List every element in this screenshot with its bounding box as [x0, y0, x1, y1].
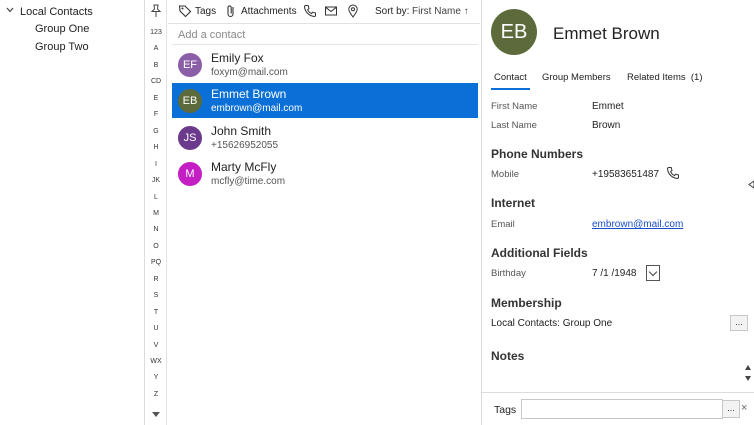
additional-fields-heading: Additional Fields: [491, 246, 588, 260]
tab-related-items[interactable]: Related Items (1): [627, 72, 703, 83]
contact-row-john-smith[interactable]: JS John Smith +15626952055: [172, 120, 478, 155]
contact-subtitle: +15626952055: [211, 140, 279, 151]
birthday-label: Birthday: [491, 268, 526, 279]
alphabet-letter[interactable]: L: [145, 194, 167, 201]
pin-icon[interactable]: [149, 4, 163, 18]
chevron-down-icon[interactable]: [6, 6, 14, 14]
alphabet-letter[interactable]: R: [145, 276, 167, 283]
contact-list-pane: Tags Attachments Sort by: First Name ↑ A…: [168, 0, 480, 425]
contact-subtitle: foxym@mail.com: [211, 67, 288, 78]
sort-by-dropdown[interactable]: First Name ↑: [412, 6, 469, 17]
alphabet-letter[interactable]: O: [145, 243, 167, 250]
alphabet-letter[interactable]: F: [145, 111, 167, 118]
avatar: JS: [178, 126, 202, 150]
tab-group-members[interactable]: Group Members: [542, 72, 611, 83]
contact-subtitle: embrown@mail.com: [211, 103, 303, 114]
avatar: EB: [178, 89, 202, 113]
folder-tree: Local Contacts Group One Group Two: [0, 0, 145, 425]
tags-bar: Tags ... ×: [482, 392, 754, 425]
contact-row-emily-fox[interactable]: EF Emily Fox foxym@mail.com: [172, 47, 478, 82]
alphabet-letter[interactable]: H: [145, 144, 167, 151]
membership-heading: Membership: [491, 296, 562, 310]
first-name-label: First Name: [491, 101, 538, 112]
alphabet-letter[interactable]: U: [145, 325, 167, 332]
contact-name: Marty McFly: [211, 160, 277, 174]
add-contact-input[interactable]: Add a contact: [178, 29, 245, 41]
list-toolbar: Tags Attachments Sort by: First Name ↑: [168, 0, 480, 24]
membership-edit-button[interactable]: ...: [730, 315, 748, 331]
phone-icon[interactable]: [303, 4, 317, 18]
sort-by-label: Sort by:: [375, 6, 410, 17]
alphabet-letter[interactable]: T: [145, 309, 167, 316]
notes-heading: Notes: [491, 349, 525, 363]
alphabet-letter[interactable]: A: [145, 45, 167, 52]
email-link[interactable]: embrown@mail.com: [592, 219, 683, 230]
alphabet-letter[interactable]: B: [145, 62, 167, 69]
scroll-down-icon[interactable]: [745, 376, 751, 381]
contact-name: John Smith: [211, 124, 272, 138]
tags-input[interactable]: [521, 399, 723, 419]
email-label: Email: [491, 219, 515, 230]
avatar: M: [178, 162, 202, 186]
scroll-up-icon[interactable]: [745, 365, 751, 370]
location-pin-icon[interactable]: [346, 4, 360, 18]
tree-item-group-two[interactable]: Group Two: [35, 41, 89, 53]
divider: [172, 44, 478, 45]
active-tab-indicator: [491, 88, 530, 90]
tag-icon[interactable]: [178, 4, 192, 18]
last-name-field[interactable]: Brown: [592, 120, 620, 131]
scroll-down-icon[interactable]: [152, 412, 160, 417]
tab-contact[interactable]: Contact: [494, 72, 527, 83]
contact-subtitle: mcfly@time.com: [211, 176, 286, 187]
tags-button[interactable]: Tags: [195, 6, 216, 17]
alphabet-index: 123 A B CD E F G H I JK L M N O PQ R S T U V WX Y Z: [145, 0, 167, 425]
alphabet-letter[interactable]: M: [145, 210, 167, 217]
tags-browse-button[interactable]: ...: [722, 400, 740, 418]
close-icon[interactable]: ×: [741, 402, 747, 414]
phone-numbers-heading: Phone Numbers: [491, 147, 584, 161]
alphabet-letter[interactable]: I: [145, 161, 167, 168]
contact-name: Emmet Brown: [211, 87, 287, 101]
date-picker-button[interactable]: [646, 265, 660, 281]
alphabet-letter[interactable]: S: [145, 292, 167, 299]
alphabet-letter[interactable]: V: [145, 342, 167, 349]
alphabet-letter[interactable]: JK: [145, 177, 167, 184]
birthday-field[interactable]: 7 /1 /1948: [592, 268, 636, 279]
contact-row-marty-mcfly[interactable]: M Marty McFly mcfly@time.com: [172, 156, 478, 191]
contact-name: Emily Fox: [211, 51, 264, 65]
first-name-field[interactable]: Emmet: [592, 101, 624, 112]
mobile-field[interactable]: +19583651487: [592, 169, 659, 180]
tree-item-local-contacts[interactable]: Local Contacts: [20, 6, 93, 18]
call-icon[interactable]: [666, 166, 680, 180]
mail-icon[interactable]: [324, 4, 338, 18]
alphabet-letter[interactable]: 123: [145, 29, 167, 36]
alphabet-letter[interactable]: N: [145, 226, 167, 233]
internet-heading: Internet: [491, 196, 536, 210]
alphabet-letter[interactable]: CD: [145, 78, 167, 85]
membership-value: Local Contacts: Group One: [491, 318, 613, 329]
contact-row-emmet-brown[interactable]: EB Emmet Brown embrown@mail.com: [172, 83, 478, 118]
last-name-label: Last Name: [491, 120, 537, 131]
alphabet-letter[interactable]: PQ: [145, 259, 167, 266]
alphabet-letter[interactable]: Z: [145, 391, 167, 398]
alphabet-letter[interactable]: WX: [145, 358, 167, 365]
paperclip-icon[interactable]: [224, 4, 238, 18]
tree-item-group-one[interactable]: Group One: [35, 23, 89, 35]
attachments-button[interactable]: Attachments: [241, 6, 297, 17]
detail-contact-name: Emmet Brown: [553, 24, 660, 43]
collapse-arrow-icon[interactable]: [748, 180, 754, 189]
alphabet-letter[interactable]: E: [145, 95, 167, 102]
mobile-label: Mobile: [491, 169, 519, 180]
alphabet-letter[interactable]: Y: [145, 374, 167, 381]
alphabet-letter[interactable]: G: [145, 128, 167, 135]
tags-label: Tags: [494, 404, 517, 416]
contact-detail-pane: EB Emmet Brown Contact Group Members Rel…: [481, 0, 754, 425]
avatar: EF: [178, 53, 202, 77]
avatar: EB: [491, 9, 537, 55]
